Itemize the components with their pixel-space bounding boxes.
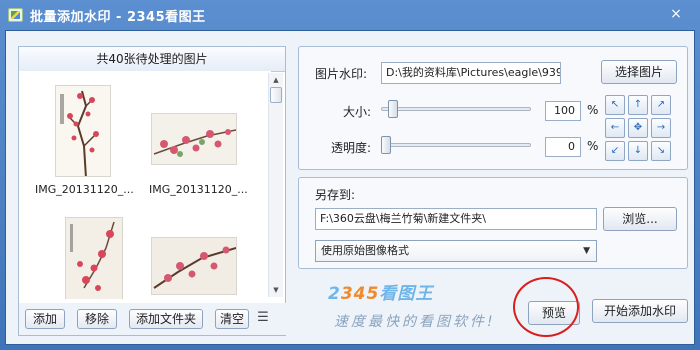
dialog-body: 共40张待处理的图片 IMG_20131120_... IMG_20131120…: [5, 30, 695, 345]
select-image-button[interactable]: 选择图片: [601, 60, 677, 84]
image-watermark-label: 图片水印:: [315, 67, 368, 81]
save-to-label: 另存到:: [315, 188, 356, 202]
image-format-value: 使用原始图像格式: [321, 244, 409, 257]
thumbnail-scrollbar[interactable]: ▲ ▼: [268, 73, 283, 297]
position-bottom-center-icon[interactable]: ↓: [628, 141, 648, 161]
thumbnail-image: [55, 85, 111, 177]
position-bottom-right-icon[interactable]: ↘: [651, 141, 671, 161]
start-watermark-button[interactable]: 开始添加水印: [592, 299, 688, 323]
opacity-label: 透明度:: [331, 141, 372, 155]
position-middle-right-icon[interactable]: →: [651, 118, 671, 138]
thumbnail-caption: IMG_20131120_...: [35, 183, 134, 196]
image-list-panel: 共40张待处理的图片 IMG_20131120_... IMG_20131120…: [18, 46, 287, 336]
highlight-circle: [513, 277, 579, 337]
position-top-center-icon[interactable]: ↑: [628, 95, 648, 115]
position-bottom-left-icon[interactable]: ↙: [605, 141, 625, 161]
watermark-settings-group: 图片水印: D:\我的资料库\Pictures\eagle\9395 选择图片 …: [298, 46, 688, 170]
brand-logo: 2345看图王: [328, 284, 434, 304]
window-title: 批量添加水印 - 2345看图王: [30, 10, 206, 25]
size-unit: %: [587, 103, 599, 117]
opacity-slider-thumb[interactable]: [381, 136, 391, 154]
image-list-toolbar: 添加 移除 添加文件夹 清空 ☰: [19, 303, 287, 335]
opacity-value-field[interactable]: 0: [545, 137, 581, 157]
position-center-icon[interactable]: ✥: [628, 118, 648, 138]
add-button[interactable]: 添加: [25, 309, 65, 329]
list-view-icon[interactable]: ☰: [255, 310, 271, 326]
scroll-up-icon[interactable]: ▲: [270, 74, 282, 86]
scroll-down-icon[interactable]: ▼: [270, 284, 282, 296]
image-format-select[interactable]: 使用原始图像格式 ▼: [315, 240, 597, 262]
app-icon: [8, 8, 23, 22]
watermark-image-path-field[interactable]: D:\我的资料库\Pictures\eagle\9395: [381, 62, 561, 84]
position-middle-left-icon[interactable]: ←: [605, 118, 625, 138]
browse-button[interactable]: 浏览...: [603, 207, 677, 231]
save-to-group: 另存到: F:\360云盘\梅兰竹菊\新建文件夹\ 浏览... 使用原始图像格式…: [298, 177, 688, 269]
size-value-field[interactable]: 100: [545, 101, 581, 121]
position-top-right-icon[interactable]: ↗: [651, 95, 671, 115]
title-bar: 批量添加水印 - 2345看图王 ×: [0, 0, 700, 30]
clear-button[interactable]: 清空: [215, 309, 249, 329]
save-path-field[interactable]: F:\360云盘\梅兰竹菊\新建文件夹\: [315, 208, 597, 230]
add-folder-button[interactable]: 添加文件夹: [129, 309, 203, 329]
thumbnail-image: [65, 217, 123, 299]
chevron-down-icon: ▼: [583, 246, 590, 256]
thumbnail-area: IMG_20131120_... IMG_20131120_...: [19, 71, 271, 299]
opacity-slider[interactable]: [381, 143, 531, 147]
remove-button[interactable]: 移除: [77, 309, 117, 329]
image-count-header: 共40张待处理的图片: [19, 47, 285, 72]
brand-slogan: 速度最快的看图软件!: [334, 314, 496, 330]
close-button[interactable]: ×: [666, 5, 686, 23]
thumbnail-image: [151, 237, 237, 295]
size-slider-thumb[interactable]: [388, 100, 398, 118]
thumbnail-caption: IMG_20131120_...: [149, 183, 248, 196]
scrollbar-thumb[interactable]: [270, 87, 282, 103]
batch-watermark-window: 批量添加水印 - 2345看图王 × 共40张待处理的图片 IMG_201311…: [0, 0, 700, 350]
size-label: 大小:: [343, 105, 372, 119]
position-top-left-icon[interactable]: ↖: [605, 95, 625, 115]
thumbnail-image: [151, 113, 237, 165]
position-grid: ↖ ↑ ↗ ← ✥ → ↙ ↓ ↘: [605, 95, 671, 161]
opacity-unit: %: [587, 139, 599, 153]
size-slider[interactable]: [381, 107, 531, 111]
